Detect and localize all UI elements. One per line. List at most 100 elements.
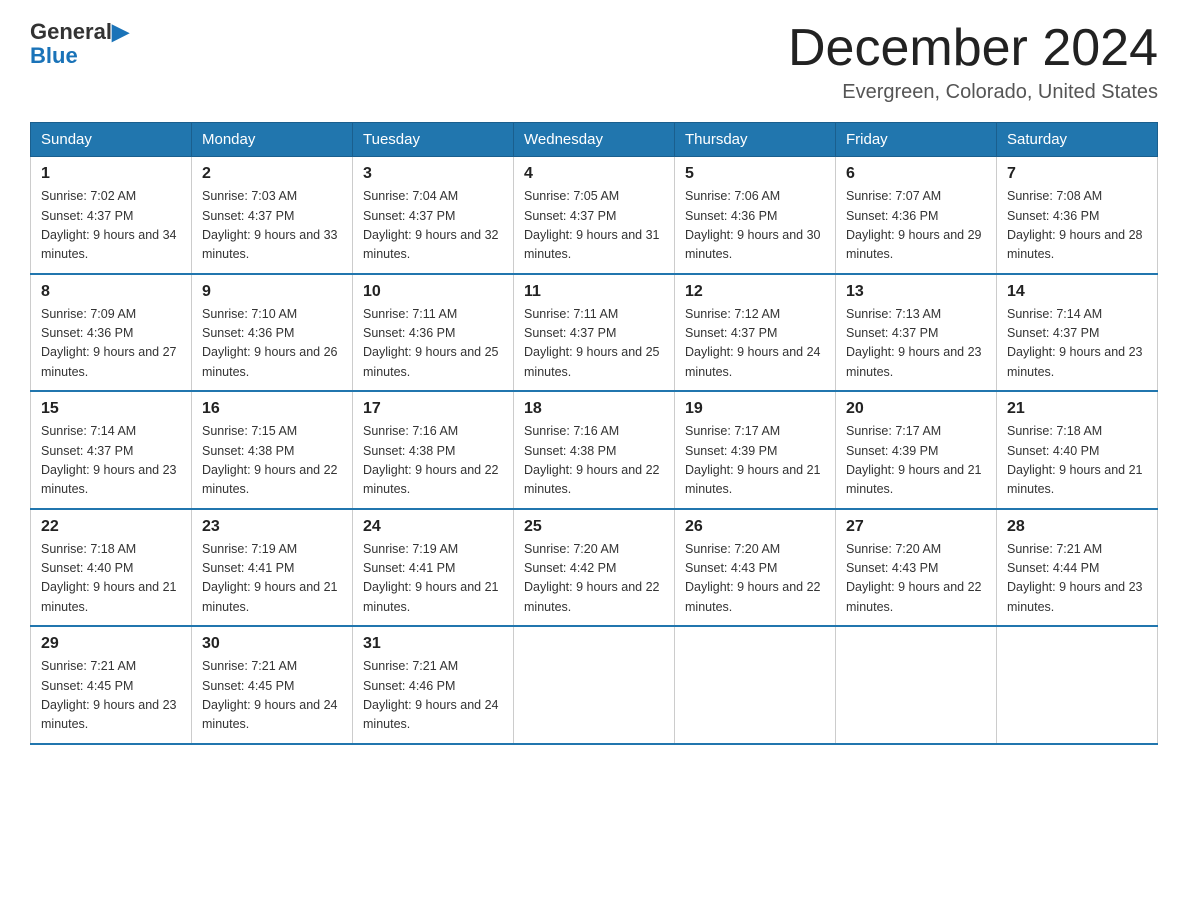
calendar-header-row: SundayMondayTuesdayWednesdayThursdayFrid… [31,123,1158,157]
day-info: Sunrise: 7:19 AMSunset: 4:41 PMDaylight:… [202,542,338,614]
page-header: General▶ Blue December 2024 Evergreen, C… [30,20,1158,104]
calendar-cell [997,626,1158,744]
day-info: Sunrise: 7:13 AMSunset: 4:37 PMDaylight:… [846,307,982,379]
logo: General▶ Blue [30,20,129,68]
calendar-cell: 2 Sunrise: 7:03 AMSunset: 4:37 PMDayligh… [192,157,353,274]
calendar-cell: 28 Sunrise: 7:21 AMSunset: 4:44 PMDaylig… [997,509,1158,627]
logo-blue: Blue [30,44,78,68]
day-info: Sunrise: 7:04 AMSunset: 4:37 PMDaylight:… [363,189,499,261]
header-sunday: Sunday [31,123,192,157]
calendar-cell: 1 Sunrise: 7:02 AMSunset: 4:37 PMDayligh… [31,157,192,274]
day-info: Sunrise: 7:16 AMSunset: 4:38 PMDaylight:… [363,424,499,496]
day-info: Sunrise: 7:21 AMSunset: 4:46 PMDaylight:… [363,659,499,731]
calendar-cell: 12 Sunrise: 7:12 AMSunset: 4:37 PMDaylig… [675,274,836,392]
day-number: 7 [1007,165,1147,183]
day-number: 21 [1007,400,1147,418]
calendar-cell: 16 Sunrise: 7:15 AMSunset: 4:38 PMDaylig… [192,391,353,509]
calendar-cell: 22 Sunrise: 7:18 AMSunset: 4:40 PMDaylig… [31,509,192,627]
calendar-cell: 11 Sunrise: 7:11 AMSunset: 4:37 PMDaylig… [514,274,675,392]
calendar-cell: 24 Sunrise: 7:19 AMSunset: 4:41 PMDaylig… [353,509,514,627]
calendar-cell: 26 Sunrise: 7:20 AMSunset: 4:43 PMDaylig… [675,509,836,627]
logo-name: General▶ [30,20,129,44]
calendar-cell: 15 Sunrise: 7:14 AMSunset: 4:37 PMDaylig… [31,391,192,509]
calendar-cell: 23 Sunrise: 7:19 AMSunset: 4:41 PMDaylig… [192,509,353,627]
day-number: 6 [846,165,986,183]
header-thursday: Thursday [675,123,836,157]
day-number: 8 [41,283,181,301]
calendar-cell: 27 Sunrise: 7:20 AMSunset: 4:43 PMDaylig… [836,509,997,627]
day-info: Sunrise: 7:20 AMSunset: 4:42 PMDaylight:… [524,542,660,614]
calendar-title: December 2024 [788,20,1158,77]
calendar-cell: 4 Sunrise: 7:05 AMSunset: 4:37 PMDayligh… [514,157,675,274]
day-info: Sunrise: 7:07 AMSunset: 4:36 PMDaylight:… [846,189,982,261]
day-info: Sunrise: 7:18 AMSunset: 4:40 PMDaylight:… [41,542,177,614]
day-number: 5 [685,165,825,183]
calendar-week-2: 8 Sunrise: 7:09 AMSunset: 4:36 PMDayligh… [31,274,1158,392]
day-number: 11 [524,283,664,301]
calendar-cell: 7 Sunrise: 7:08 AMSunset: 4:36 PMDayligh… [997,157,1158,274]
calendar-cell: 3 Sunrise: 7:04 AMSunset: 4:37 PMDayligh… [353,157,514,274]
calendar-cell: 13 Sunrise: 7:13 AMSunset: 4:37 PMDaylig… [836,274,997,392]
day-number: 24 [363,518,503,536]
day-number: 27 [846,518,986,536]
day-info: Sunrise: 7:17 AMSunset: 4:39 PMDaylight:… [846,424,982,496]
calendar-cell: 29 Sunrise: 7:21 AMSunset: 4:45 PMDaylig… [31,626,192,744]
logo-triangle-icon: ▶ [112,19,129,44]
day-info: Sunrise: 7:20 AMSunset: 4:43 PMDaylight:… [685,542,821,614]
day-info: Sunrise: 7:08 AMSunset: 4:36 PMDaylight:… [1007,189,1143,261]
day-info: Sunrise: 7:03 AMSunset: 4:37 PMDaylight:… [202,189,338,261]
calendar-cell: 6 Sunrise: 7:07 AMSunset: 4:36 PMDayligh… [836,157,997,274]
calendar-cell: 8 Sunrise: 7:09 AMSunset: 4:36 PMDayligh… [31,274,192,392]
calendar-week-5: 29 Sunrise: 7:21 AMSunset: 4:45 PMDaylig… [31,626,1158,744]
day-number: 28 [1007,518,1147,536]
calendar-cell [836,626,997,744]
day-info: Sunrise: 7:02 AMSunset: 4:37 PMDaylight:… [41,189,177,261]
day-number: 15 [41,400,181,418]
calendar-cell: 9 Sunrise: 7:10 AMSunset: 4:36 PMDayligh… [192,274,353,392]
day-info: Sunrise: 7:09 AMSunset: 4:36 PMDaylight:… [41,307,177,379]
day-info: Sunrise: 7:18 AMSunset: 4:40 PMDaylight:… [1007,424,1143,496]
day-info: Sunrise: 7:14 AMSunset: 4:37 PMDaylight:… [1007,307,1143,379]
header-tuesday: Tuesday [353,123,514,157]
header-monday: Monday [192,123,353,157]
calendar-cell: 21 Sunrise: 7:18 AMSunset: 4:40 PMDaylig… [997,391,1158,509]
day-number: 31 [363,635,503,653]
calendar-subtitle: Evergreen, Colorado, United States [788,81,1158,104]
header-friday: Friday [836,123,997,157]
day-info: Sunrise: 7:06 AMSunset: 4:36 PMDaylight:… [685,189,821,261]
day-number: 30 [202,635,342,653]
calendar-week-1: 1 Sunrise: 7:02 AMSunset: 4:37 PMDayligh… [31,157,1158,274]
calendar-cell: 31 Sunrise: 7:21 AMSunset: 4:46 PMDaylig… [353,626,514,744]
calendar-cell [675,626,836,744]
calendar-cell: 20 Sunrise: 7:17 AMSunset: 4:39 PMDaylig… [836,391,997,509]
day-number: 25 [524,518,664,536]
day-number: 23 [202,518,342,536]
day-number: 26 [685,518,825,536]
day-number: 18 [524,400,664,418]
calendar-cell [514,626,675,744]
day-info: Sunrise: 7:11 AMSunset: 4:37 PMDaylight:… [524,307,660,379]
header-wednesday: Wednesday [514,123,675,157]
calendar-cell: 5 Sunrise: 7:06 AMSunset: 4:36 PMDayligh… [675,157,836,274]
day-info: Sunrise: 7:11 AMSunset: 4:36 PMDaylight:… [363,307,499,379]
calendar-cell: 25 Sunrise: 7:20 AMSunset: 4:42 PMDaylig… [514,509,675,627]
day-number: 3 [363,165,503,183]
day-info: Sunrise: 7:21 AMSunset: 4:44 PMDaylight:… [1007,542,1143,614]
day-info: Sunrise: 7:17 AMSunset: 4:39 PMDaylight:… [685,424,821,496]
day-info: Sunrise: 7:10 AMSunset: 4:36 PMDaylight:… [202,307,338,379]
day-number: 9 [202,283,342,301]
day-number: 2 [202,165,342,183]
day-info: Sunrise: 7:19 AMSunset: 4:41 PMDaylight:… [363,542,499,614]
day-number: 12 [685,283,825,301]
calendar-cell: 10 Sunrise: 7:11 AMSunset: 4:36 PMDaylig… [353,274,514,392]
day-number: 19 [685,400,825,418]
day-number: 4 [524,165,664,183]
day-number: 22 [41,518,181,536]
day-info: Sunrise: 7:20 AMSunset: 4:43 PMDaylight:… [846,542,982,614]
day-number: 29 [41,635,181,653]
day-info: Sunrise: 7:05 AMSunset: 4:37 PMDaylight:… [524,189,660,261]
day-info: Sunrise: 7:21 AMSunset: 4:45 PMDaylight:… [202,659,338,731]
calendar-week-3: 15 Sunrise: 7:14 AMSunset: 4:37 PMDaylig… [31,391,1158,509]
day-number: 14 [1007,283,1147,301]
header-saturday: Saturday [997,123,1158,157]
